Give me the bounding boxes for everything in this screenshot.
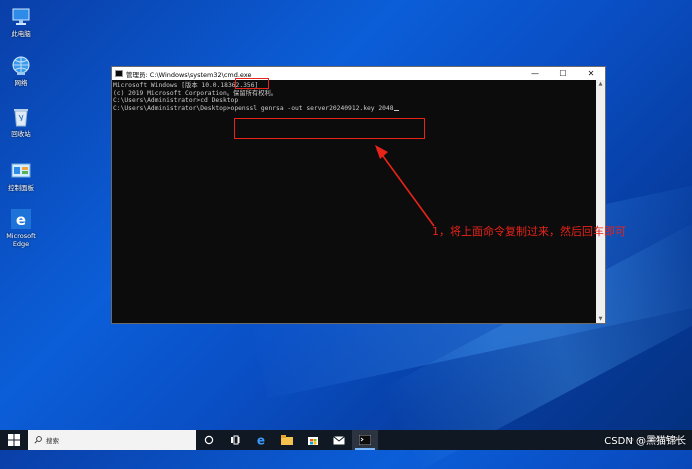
desktop-icon-label: Microsoft Edge <box>6 232 36 248</box>
annotation-text: 1，将上面命令复制过来，然后回车即可 <box>432 225 626 238</box>
desktop-icon-label: 网络 <box>14 79 28 87</box>
console-line: (c) 2019 Microsoft Corporation。保留所有权利。 <box>113 89 278 97</box>
svg-text:e: e <box>16 211 26 229</box>
file-explorer-icon <box>281 435 293 445</box>
console-line: C:\Users\Administrator>cd Desktop <box>113 97 239 105</box>
task-view-button[interactable] <box>222 430 248 450</box>
console-output[interactable]: Microsoft Windows [版本 10.0.18362.356] (c)… <box>112 80 596 323</box>
svg-text:e: e <box>257 434 265 446</box>
windows-logo-icon <box>8 434 20 446</box>
minimize-button[interactable]: — <box>521 67 549 80</box>
start-button[interactable] <box>0 430 28 450</box>
console-line: Microsoft Windows [版本 10.0.18362.356] <box>113 82 259 89</box>
taskbar-edge-button[interactable]: e <box>248 430 274 450</box>
edge-icon: e <box>257 434 265 446</box>
desktop-icon-this-pc[interactable]: 此电脑 <box>2 6 40 38</box>
mail-icon <box>333 435 345 444</box>
desktop-icon-control-panel[interactable]: 控制面板 <box>2 160 40 192</box>
computer-icon <box>10 6 32 28</box>
text-cursor <box>393 109 399 111</box>
typed-command[interactable]: openssl genrsa -out server20240912.key 2… <box>231 105 394 112</box>
edge-icon: e <box>10 208 32 230</box>
search-placeholder: 搜索 <box>46 437 59 445</box>
taskbar-store-button[interactable] <box>300 430 326 450</box>
desktop-icon-recycle-bin[interactable]: 回收站 <box>2 106 40 138</box>
control-panel-icon <box>10 160 32 182</box>
console-prompt-line: C:\Users\Administrator\Desktop>openssl g… <box>113 105 596 113</box>
store-icon <box>308 437 318 445</box>
console-prompt: C:\Users\Administrator\Desktop> <box>113 104 231 112</box>
window-titlebar[interactable]: 管理员: C:\Windows\system32\cmd.exe — ☐ ✕ <box>112 67 605 80</box>
recycle-bin-icon <box>10 106 32 128</box>
scroll-up-arrow-icon[interactable]: ▲ <box>596 80 605 88</box>
network-icon <box>10 55 32 77</box>
desktop-icon-network[interactable]: 网络 <box>2 55 40 87</box>
watermark: CSDN @黑猫锦长 <box>604 436 686 447</box>
maximize-button[interactable]: ☐ <box>549 67 577 80</box>
command-highlight-box <box>234 118 425 139</box>
annotation-arrow <box>375 145 435 227</box>
cmd-window[interactable]: 管理员: C:\Windows\system32\cmd.exe — ☐ ✕ M… <box>111 66 606 324</box>
cmd-icon <box>359 435 371 445</box>
desktop-icon-label: 回收站 <box>11 130 31 138</box>
taskbar-file-explorer-button[interactable] <box>274 430 300 450</box>
scroll-down-arrow-icon[interactable]: ▼ <box>596 315 605 323</box>
cortana-icon <box>204 435 214 445</box>
desktop-icon-edge[interactable]: e Microsoft Edge <box>2 208 40 248</box>
search-icon <box>34 436 42 444</box>
taskbar-mail-button[interactable] <box>326 430 352 450</box>
task-view-icon <box>231 435 240 445</box>
desktop-icon-label: 此电脑 <box>11 30 31 38</box>
version-highlight-box <box>235 78 269 89</box>
cortana-button[interactable] <box>196 430 222 450</box>
taskbar-cmd-button[interactable] <box>352 430 378 450</box>
close-button[interactable]: ✕ <box>577 67 605 80</box>
vertical-scrollbar[interactable]: ▲ ▼ <box>596 80 605 323</box>
taskbar-search-box[interactable]: 搜索 <box>28 430 196 450</box>
desktop-icon-label: 控制面板 <box>8 184 34 192</box>
window-title: 管理员: C:\Windows\system32\cmd.exe <box>126 70 252 79</box>
taskbar: 搜索 e ^ ▭ ◁ 2024/9/12 <box>0 430 692 450</box>
cmd-app-icon <box>115 70 123 77</box>
